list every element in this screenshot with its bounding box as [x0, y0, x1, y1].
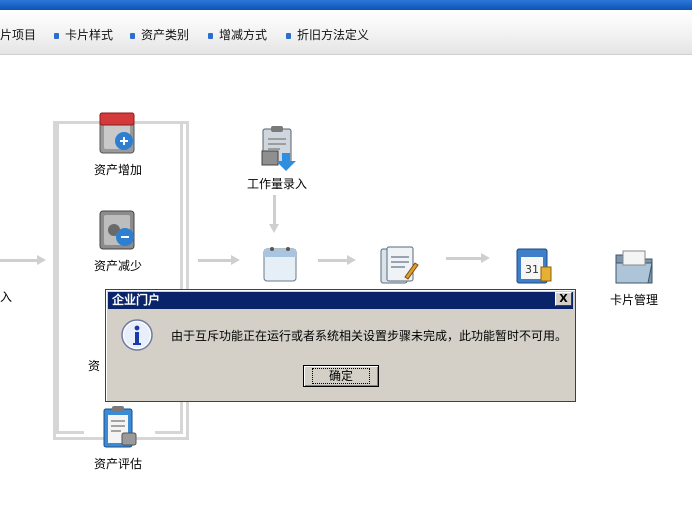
node-label: 资产减少 [93, 259, 142, 273]
node-asset-add[interactable]: 资产增加 [88, 109, 148, 178]
month-calendar-icon [263, 247, 297, 282]
node-month-end[interactable]: 31 [510, 243, 556, 287]
partial-node-label: 入 [0, 290, 13, 304]
toolbar-item-label: 增减方式 [219, 28, 268, 42]
close-icon: X [559, 292, 568, 305]
toolbar-item-label: 折旧方法定义 [297, 28, 370, 42]
folder-icon [615, 250, 653, 284]
node-asset-reduce[interactable]: 资产减少 [88, 205, 148, 274]
toolbar-item-card-style[interactable]: 卡片样式 [54, 27, 113, 43]
dialog-title: 企业门户 [108, 292, 573, 309]
flow-arrow [0, 255, 46, 265]
toolbar: 片项目 卡片样式 资产类别 增减方式 折旧方法定义 [0, 10, 692, 55]
flow-arrow [446, 253, 490, 263]
ok-button-label: 确定 [311, 368, 370, 384]
clipboard-eval-icon [103, 406, 137, 448]
alert-dialog: 企业门户 X 由于互斥功能正在运行或者系统相关设置步骤未完成，此功能暂时不可用。… [105, 289, 576, 402]
node-monthly[interactable] [258, 243, 302, 283]
dialog-close-button[interactable]: X [555, 292, 572, 306]
node-asset-eval[interactable]: 资产评估 [88, 403, 148, 472]
svg-text:31: 31 [525, 263, 539, 276]
toolbar-item-change-method[interactable]: 增减方式 [208, 27, 267, 43]
safe-add-icon [99, 112, 135, 154]
node-label: 资产评估 [93, 457, 142, 471]
bullet-icon [286, 32, 291, 39]
toolbar-item-card-project[interactable]: 片项目 [0, 27, 36, 43]
flow-arrow [318, 255, 356, 265]
flow-arrow-down [269, 195, 279, 233]
toolbar-item-label: 卡片样式 [65, 28, 114, 42]
node-depreciation[interactable] [374, 243, 422, 287]
clipboard-entry-icon [261, 126, 296, 171]
toolbar-item-label: 片项目 [0, 28, 37, 42]
flow-arrow [198, 255, 240, 265]
bullet-icon [130, 32, 135, 39]
bullet-icon [208, 32, 213, 39]
bullet-icon [54, 32, 59, 39]
clipboard-pencil-icon [380, 246, 419, 284]
info-icon [121, 319, 153, 351]
safe-reduce-icon [99, 210, 135, 250]
toolbar-item-asset-category[interactable]: 资产类别 [130, 27, 189, 43]
node-workload-entry[interactable]: 工作量录入 [244, 125, 310, 192]
toolbar-item-label: 资产类别 [141, 28, 190, 42]
window-top-bar [0, 0, 692, 10]
calendar-31-icon: 31 [516, 248, 552, 284]
node-label: 工作量录入 [246, 177, 307, 191]
node-label: 资产增加 [93, 163, 142, 177]
node-card-manage[interactable]: 卡片管理 [604, 243, 664, 308]
toolbar-item-depreciation-method[interactable]: 折旧方法定义 [286, 27, 369, 43]
node-label: 卡片管理 [609, 293, 658, 307]
dialog-message: 由于互斥功能正在运行或者系统相关设置步骤未完成，此功能暂时不可用。 [171, 329, 568, 343]
ok-button[interactable]: 确定 [303, 365, 379, 387]
